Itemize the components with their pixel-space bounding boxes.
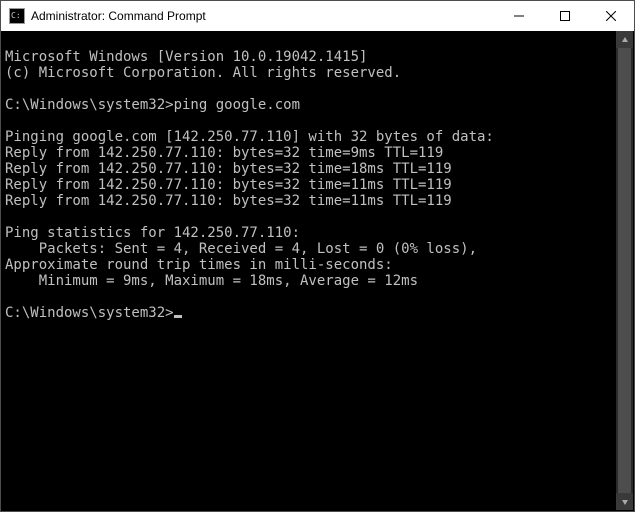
ping-stats: Minimum = 9ms, Maximum = 18ms, Average =… — [5, 273, 418, 289]
scroll-thumb[interactable] — [618, 48, 631, 493]
ping-header: Pinging google.com [142.250.77.110] with… — [5, 129, 494, 145]
prompt: C:\Windows\system32> — [5, 97, 174, 113]
ping-stats: Ping statistics for 142.250.77.110: — [5, 225, 300, 241]
ping-reply: Reply from 142.250.77.110: bytes=32 time… — [5, 193, 452, 209]
maximize-button[interactable] — [542, 1, 588, 31]
svg-text:C:: C: — [11, 11, 21, 20]
cursor — [174, 315, 182, 318]
banner-line: Microsoft Windows [Version 10.0.19042.14… — [5, 49, 367, 65]
ping-stats: Packets: Sent = 4, Received = 4, Lost = … — [5, 241, 477, 257]
ping-reply: Reply from 142.250.77.110: bytes=32 time… — [5, 161, 452, 177]
scroll-down-button[interactable] — [616, 493, 633, 510]
titlebar[interactable]: C: Administrator: Command Prompt — [1, 1, 634, 31]
typed-command: ping google.com — [174, 97, 300, 113]
vertical-scrollbar[interactable] — [616, 31, 633, 510]
ping-stats: Approximate round trip times in milli-se… — [5, 257, 393, 273]
window-title: Administrator: Command Prompt — [31, 9, 206, 23]
prompt: C:\Windows\system32> — [5, 305, 174, 321]
prompt-line: C:\Windows\system32>ping google.com — [5, 97, 300, 113]
ping-reply: Reply from 142.250.77.110: bytes=32 time… — [5, 145, 443, 161]
cmd-icon: C: — [9, 8, 25, 24]
banner-line: (c) Microsoft Corporation. All rights re… — [5, 65, 401, 81]
scroll-track[interactable] — [616, 48, 633, 493]
ping-reply: Reply from 142.250.77.110: bytes=32 time… — [5, 177, 452, 193]
prompt-line: C:\Windows\system32> — [5, 305, 182, 321]
scroll-up-button[interactable] — [616, 31, 633, 48]
cmd-window: C: Administrator: Command Prompt Microso… — [0, 0, 635, 512]
close-button[interactable] — [588, 1, 634, 31]
minimize-button[interactable] — [496, 1, 542, 31]
terminal-output[interactable]: Microsoft Windows [Version 10.0.19042.14… — [1, 31, 634, 511]
